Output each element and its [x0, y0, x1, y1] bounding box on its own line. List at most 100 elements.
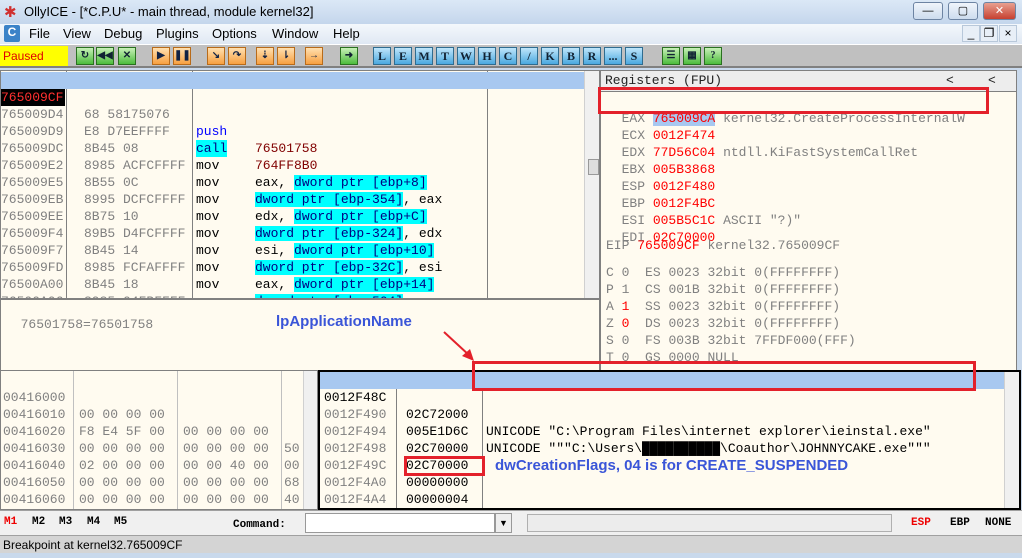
disasm-row[interactable]: 765009FD 8B45 18 mov eax, dword ptr [ebp… [1, 242, 584, 298]
menu-view[interactable]: View [63, 26, 91, 41]
pause-icon[interactable]: ❚❚ [173, 47, 191, 65]
flag-value[interactable]: 1 [622, 299, 630, 314]
executable-modules-button[interactable]: E [394, 47, 412, 65]
dump-row[interactable]: 00416050 00 00 00 00 00 00 00 00 00 [1, 457, 301, 507]
flag-row[interactable]: P 1 CS 001B 32bit 0(FFFFFFFF) [606, 281, 840, 298]
memory-dump-pane[interactable]: 00416000 00 00 00 00 00 00 00 00 50 0041… [0, 370, 318, 510]
maximize-button[interactable]: ▢ [948, 2, 978, 20]
stack-scrollbar[interactable] [1004, 372, 1019, 508]
menu-file[interactable]: File [29, 26, 50, 41]
register-row[interactable]: ESP 0012F480 [606, 161, 723, 194]
chevron-left-icon[interactable]: < [988, 73, 996, 88]
register-row[interactable]: EDX 77D56C04 ntdll.KiFastSystemCallRet [606, 127, 919, 160]
close-program-icon[interactable]: ✕ [118, 47, 136, 65]
disasm-row[interactable]: 765009E5 8995 DCFCFFFF mov dword ptr [eb… [1, 157, 584, 241]
step-over-icon[interactable]: ↷ [228, 47, 246, 65]
dump-scrollbar[interactable] [303, 371, 317, 509]
dump-row[interactable]: 00416070 00 00 00 00 00 00 00 00 00 [1, 491, 301, 508]
disasm-row[interactable]: 765009EE 89B5 D4FCFFFF mov dword ptr [eb… [1, 191, 584, 275]
trace-into-icon[interactable]: ⇣ [256, 47, 274, 65]
register-row-eip[interactable]: EIP 765009CF kernel32.765009CF [606, 237, 840, 254]
run-icon[interactable]: ▶ [152, 47, 170, 65]
references-button[interactable]: R [583, 47, 601, 65]
open-icon[interactable]: ↻ [76, 47, 94, 65]
help-button[interactable]: ? [704, 47, 722, 65]
mark-m5[interactable]: M5 [114, 516, 127, 528]
flag-value[interactable]: 0 [622, 333, 630, 348]
close-button[interactable]: ✕ [983, 2, 1016, 20]
stack-row[interactable]: 0012F494 02C70000 [320, 406, 1004, 456]
dump-row[interactable]: 00416040 00 00 00 00 00 00 00 00 00 [1, 440, 301, 507]
register-row[interactable]: ESI 005B5C1C ASCII "?)" [606, 195, 801, 228]
mdi-minimize-button[interactable]: _ [962, 25, 980, 42]
cpu-window-icon[interactable]: C [4, 25, 20, 42]
grid-icon[interactable]: ▦ [683, 47, 701, 65]
dump-row[interactable]: 00416030 02 00 00 00 00 00 00 00 40 [1, 423, 301, 507]
mode-none[interactable]: NONE [985, 517, 1011, 529]
menu-debug[interactable]: Debug [104, 26, 142, 41]
menu-window[interactable]: Window [272, 26, 318, 41]
register-row[interactable]: EDI 02C70000 [606, 212, 723, 245]
patches-button[interactable]: / [520, 47, 538, 65]
stack-row[interactable]: 0012F4A8 00000000 [320, 491, 1004, 508]
disassembly-pane[interactable]: 765009CF 68 58175076 push 76501758 76500… [0, 70, 600, 299]
flag-value[interactable]: 0 [622, 265, 630, 280]
stack-row[interactable]: 0012F4A4 00000000 [320, 474, 1004, 507]
chevron-left-icon[interactable]: < [946, 73, 954, 88]
minimize-button[interactable]: — [913, 2, 943, 20]
register-row[interactable]: EBX 005B3868 [606, 144, 723, 177]
mark-m1[interactable]: M1 [4, 516, 17, 528]
handles-button[interactable]: H [478, 47, 496, 65]
stack-row[interactable]: 0012F49C 00000000 [320, 440, 1004, 490]
source-button[interactable]: S [625, 47, 643, 65]
register-row[interactable]: EBP 0012F4BC [606, 178, 723, 211]
cpu-button[interactable]: C [499, 47, 517, 65]
stack-pane[interactable]: 0012F48C 02C72000 UNICODE "C:\Program Fi… [318, 370, 1021, 510]
scroll-thumb[interactable] [588, 159, 599, 175]
disasm-row[interactable]: 765009EB 8B75 10 mov esi, dword ptr [ebp… [1, 174, 584, 258]
mark-m4[interactable]: M4 [87, 516, 100, 528]
step-into-icon[interactable]: ↘ [207, 47, 225, 65]
run-trace-button[interactable]: ... [604, 47, 622, 65]
windows-button[interactable]: W [457, 47, 475, 65]
disasm-row[interactable]: 765009F7 8985 FCFAFFFF mov dword ptr [eb… [1, 225, 584, 298]
dump-row[interactable]: 00416000 00 00 00 00 00 00 00 00 50 [1, 372, 301, 456]
disasm-row[interactable]: 765009F4 8B45 14 mov eax, dword ptr [ebp… [1, 208, 584, 292]
mode-ebp[interactable]: EBP [950, 517, 970, 529]
trace-over-icon[interactable]: ⇂ [277, 47, 295, 65]
flag-row[interactable]: Z 0 DS 0023 32bit 0(FFFFFFFF) [606, 315, 840, 332]
disasm-row[interactable]: 76500A00 8985 04FBFFFF mov dword ptr [eb… [1, 259, 584, 298]
flag-row[interactable]: C 0 ES 0023 32bit 0(FFFFFFFF) [606, 264, 840, 281]
stack-row[interactable]: 0012F498 02C70000 [320, 423, 1004, 473]
flag-row[interactable]: S 0 FS 003B 32bit 7FFDF000(FFF) [606, 332, 856, 349]
restart-icon[interactable]: ◀◀ [96, 47, 114, 65]
flag-value[interactable]: 0 [622, 316, 630, 331]
list-icon[interactable]: ☰ [662, 47, 680, 65]
disasm-row[interactable]: 765009CF 68 58175076 push 76501758 [1, 72, 584, 156]
dump-row[interactable]: 00416060 00 00 00 00 00 00 00 00 00 [1, 474, 301, 507]
disasm-row[interactable]: 765009D4 E8 D7EEFFFF call 764FF8B0 [1, 89, 584, 173]
mode-esp[interactable]: ESP [911, 517, 931, 529]
command-input[interactable] [305, 513, 495, 533]
breakpoints-button[interactable]: B [562, 47, 580, 65]
disasm-row[interactable]: 765009D9 8B45 08 mov eax, dword ptr [ebp… [1, 106, 584, 190]
mdi-close-button[interactable]: × [999, 25, 1017, 42]
dump-row[interactable]: 00416020 00 00 00 00 00 00 40 00 68 [1, 406, 301, 490]
registers-pane[interactable]: Registers (FPU) < < EAX 765009CA kernel32.… [600, 70, 1017, 371]
mark-m3[interactable]: M3 [59, 516, 72, 528]
memory-map-button[interactable]: M [415, 47, 433, 65]
goto-icon[interactable]: ➜ [340, 47, 358, 65]
flag-value[interactable]: 1 [622, 282, 630, 297]
stack-row[interactable]: 0012F490 005E1D6C UNICODE """C:\Users\██… [320, 389, 1004, 456]
dump-row[interactable]: 00416010 F8 E4 5F 00 00 00 00 00 00 [1, 389, 301, 473]
register-value[interactable]: 765009CF [637, 238, 699, 253]
log-window-button[interactable]: L [373, 47, 391, 65]
menu-plugins[interactable]: Plugins [156, 26, 199, 41]
menu-options[interactable]: Options [212, 26, 257, 41]
call-stack-button[interactable]: K [541, 47, 559, 65]
disasm-row[interactable]: 76500A06 8B45 24 mov eax, dword ptr [ebp… [1, 276, 584, 298]
disasm-row[interactable]: 765009E2 8B55 0C mov edx, dword ptr [ebp… [1, 140, 584, 224]
menu-help[interactable]: Help [333, 26, 360, 41]
execute-till-return-icon[interactable]: → [305, 47, 323, 65]
command-dropdown-button[interactable]: ▼ [495, 513, 512, 533]
